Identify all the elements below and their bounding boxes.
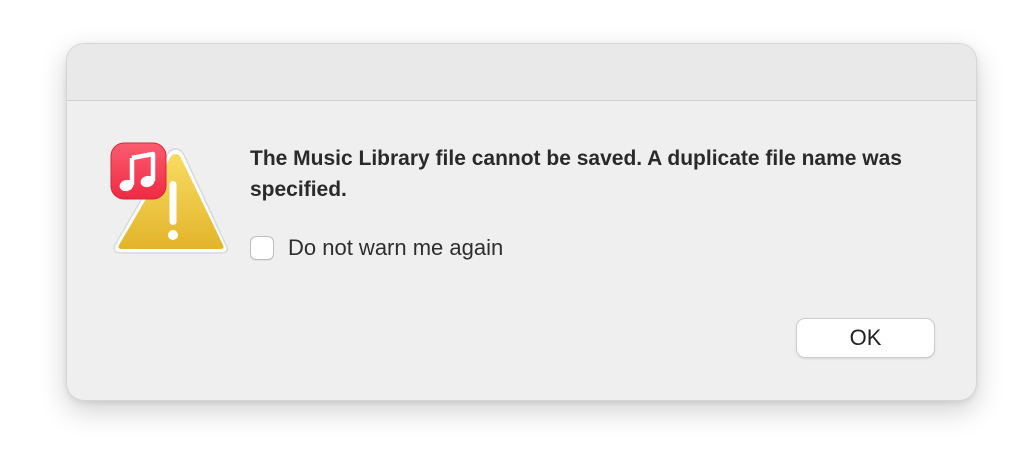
do-not-warn-checkbox-row[interactable]: Do not warn me again — [250, 234, 503, 262]
checkbox-label: Do not warn me again — [288, 235, 504, 260]
warning-triangle-icon — [110, 142, 229, 254]
music-app-icon — [110, 142, 167, 200]
dialog-titlebar — [67, 44, 976, 101]
do-not-warn-checkbox[interactable] — [250, 236, 274, 260]
ok-button[interactable]: OK — [796, 318, 935, 358]
alert-message: The Music Library file cannot be saved. … — [250, 147, 902, 201]
alert-dialog: The Music Library file cannot be saved. … — [66, 43, 977, 401]
